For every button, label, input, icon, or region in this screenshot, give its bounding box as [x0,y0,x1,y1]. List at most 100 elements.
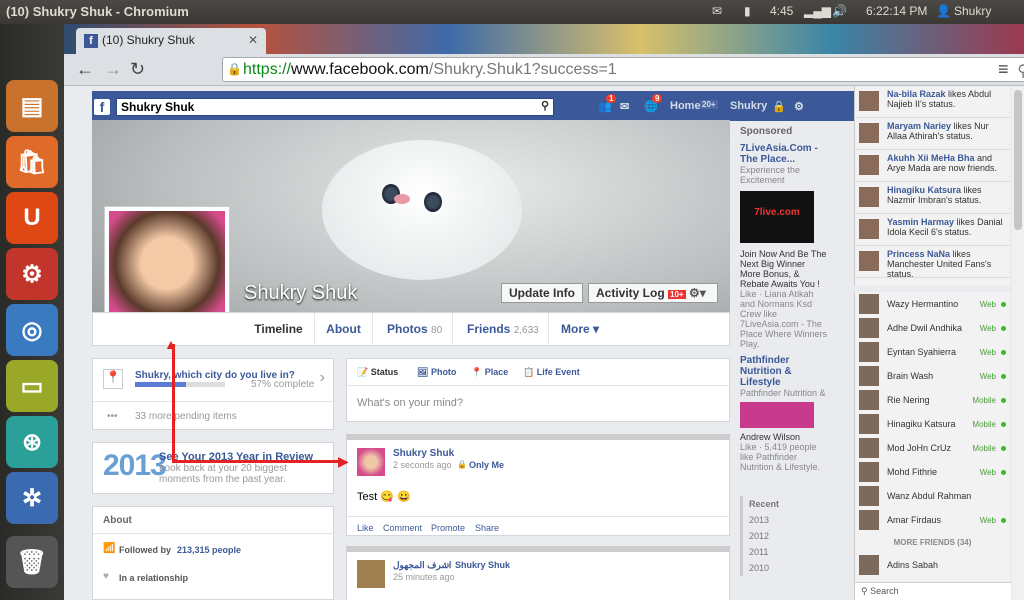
chat-search-input[interactable]: ⚲ Search [855,582,1011,600]
year-item[interactable]: 2012 [743,528,800,544]
gear-icon[interactable]: ⚙▾ [689,286,706,300]
post-time[interactable]: 25 minutes ago [393,572,455,582]
post-time[interactable]: 2 seconds ago [393,460,452,470]
pending-items-link[interactable]: 33 more pending items [135,411,237,422]
chat-friend[interactable]: Hinagiku Katsura Mobile [855,412,1010,436]
ticker-item[interactable]: Yasmin Harmay likes Danial Idola Kecil 6… [855,214,1010,246]
update-info-button[interactable]: Update Info [501,283,583,303]
ad1-like[interactable]: Like · Liana Atikah and Normans Ksd Crew… [740,289,828,349]
chat-friend[interactable]: Adhe Dwil Andhika Web [855,316,1010,340]
clock[interactable]: 6:22:14 PM [866,4,927,18]
search-icon[interactable]: ⚲ [1017,61,1024,81]
chevron-right-icon[interactable]: › [320,369,325,387]
close-tab-icon[interactable]: ✕ [248,33,258,47]
settings-icon[interactable]: ⚙ [6,248,58,300]
post-avatar[interactable] [357,560,385,588]
impress-icon[interactable]: ▤ [6,80,58,132]
network-icon[interactable]: ▂▄▆ [804,4,831,18]
ticker-item[interactable]: Akuhh Xii MeHa Bha and Arye Mada are now… [855,150,1010,182]
messages-icon[interactable]: ✉ [620,100,629,113]
year-item[interactable]: 2013 [743,512,800,528]
network-tool-icon[interactable]: ⊛ [6,416,58,468]
ticker-item[interactable]: Princess NaNa likes Manchester United Fa… [855,246,1010,279]
battery-icon[interactable]: ▮ [744,4,751,18]
arrow-head-up-icon: ▲ [164,336,178,352]
tab-about[interactable]: About [315,313,373,345]
ad2-image[interactable] [740,402,814,428]
shotwell-icon[interactable]: ✲ [6,472,58,524]
chat-friend[interactable]: Eyntan Syahierra Web [855,340,1010,364]
post-target[interactable]: Shukry Shuk [455,560,510,570]
composer-tab-place[interactable]: 📍 Place [471,367,508,378]
battery-time[interactable]: 4:45 [770,4,793,18]
followers-link[interactable]: 213,315 people [177,545,241,555]
forward-icon[interactable]: → [104,59,122,80]
ubuntu-one-icon[interactable]: U [6,192,58,244]
promote-link[interactable]: Promote [431,523,465,533]
ad2-title[interactable]: Pathfinder Nutrition & Lifestyle [740,355,828,388]
ad2-like[interactable]: Like · 5,419 people like Pathfinder Nutr… [740,442,828,472]
year-item[interactable]: 2010 [743,560,800,576]
menu-icon[interactable]: ≡ [998,59,1009,80]
scrollbar-thumb[interactable] [1014,90,1022,230]
post-avatar[interactable] [357,448,385,476]
chat-friend[interactable]: Wazy Hermantino Web [855,292,1010,316]
page-scrollbar[interactable] [1012,86,1024,600]
reload-icon[interactable]: ↻ [130,59,145,80]
composer-tab-photo[interactable]: 🖼 Photo [417,367,456,378]
account-settings-icon[interactable]: ⚙ [794,100,804,113]
chat-friend[interactable]: Mohd Fithrie Web [855,460,1010,484]
activity-log-button[interactable]: Activity Log 10+ ⚙▾ [588,283,718,303]
chat-friend[interactable]: Mod JoHn CrUz Mobile [855,436,1010,460]
composer-tab-life-event[interactable]: 📋 Life Event [523,367,580,378]
mail-icon[interactable]: ✉ [712,4,722,18]
software-center-icon[interactable]: 🛍 [6,136,58,188]
kitten-eye [424,192,442,212]
ad1-title[interactable]: 7LiveAsia.Com - The Place... [740,143,828,165]
search-icon[interactable]: ⚲ [541,99,549,112]
tab-photos[interactable]: Photos 80 [373,313,453,345]
volume-icon[interactable]: 🔊 [832,4,847,18]
ad1-image[interactable]: 7live.com [740,191,814,243]
year-item[interactable]: 2011 [743,544,800,560]
chat-status: Mobile [972,396,996,405]
post-author[interactable]: اشرف المجهول [393,560,451,571]
address-bar[interactable]: 🔒 https://www.facebook.com/Shukry.Shuk1?… [222,57,1024,82]
avatar [859,510,879,530]
chat-friend[interactable]: Amar Firdaus Web [855,508,1010,532]
chat-friend[interactable]: Rie Nering Mobile [855,388,1010,412]
back-icon[interactable]: ← [76,59,94,80]
composer-input[interactable]: What's on your mind? [357,397,463,409]
chat-friend[interactable]: Adins Sabah [855,553,1010,577]
trash-icon[interactable]: 🗑 [6,536,58,588]
facebook-logo-icon[interactable]: f [94,99,110,115]
remote-desktop-icon[interactable]: ▭ [6,360,58,412]
user-name[interactable]: Shukry [954,4,991,18]
tab-timeline[interactable]: Timeline [243,313,315,345]
tab-friends[interactable]: Friends 2,633 [453,313,549,345]
browser-tab[interactable]: f (10) Shukry Shuk ✕ [76,28,266,54]
fb-search-input[interactable]: Shukry Shuk ⚲ [116,98,554,116]
chat-name: Wazy Hermantino [887,299,959,309]
ticker-item[interactable]: Na-bila Razak likes Abdul Najieb II's st… [855,86,1010,118]
privacy-icon[interactable]: 🔒 [772,100,786,113]
ticker-item[interactable]: Hinagiku Katsura likes Nazmir Imbran's s… [855,182,1010,214]
chat-friend[interactable]: Brain Wash Web [855,364,1010,388]
post-author[interactable]: Shukry Shuk [393,448,454,459]
year-review-card[interactable]: 2013 See Your 2013 Year in Review Look b… [92,442,334,494]
privacy-lock-icon[interactable]: 🔒 [457,460,467,469]
like-link[interactable]: Like [357,523,374,533]
chat-friend[interactable]: Wanz Abdul Rahman [855,484,1010,508]
composer-tab-status[interactable]: 📝 Status [357,367,398,378]
share-link[interactable]: Share [475,523,499,533]
chromium-icon[interactable]: ◎ [6,304,58,356]
post-privacy[interactable]: Only Me [469,460,504,470]
kitten-nose [394,194,410,204]
year-recent[interactable]: Recent [743,496,800,512]
comment-link[interactable]: Comment [383,523,422,533]
profile-link[interactable]: Shukry [730,100,767,112]
tab-more[interactable]: More ▾ [549,313,609,345]
home-link[interactable]: Home [670,100,701,112]
tab-label: About [326,322,361,336]
ticker-item[interactable]: Maryam Nariey likes Nur Allaa Athirah's … [855,118,1010,150]
